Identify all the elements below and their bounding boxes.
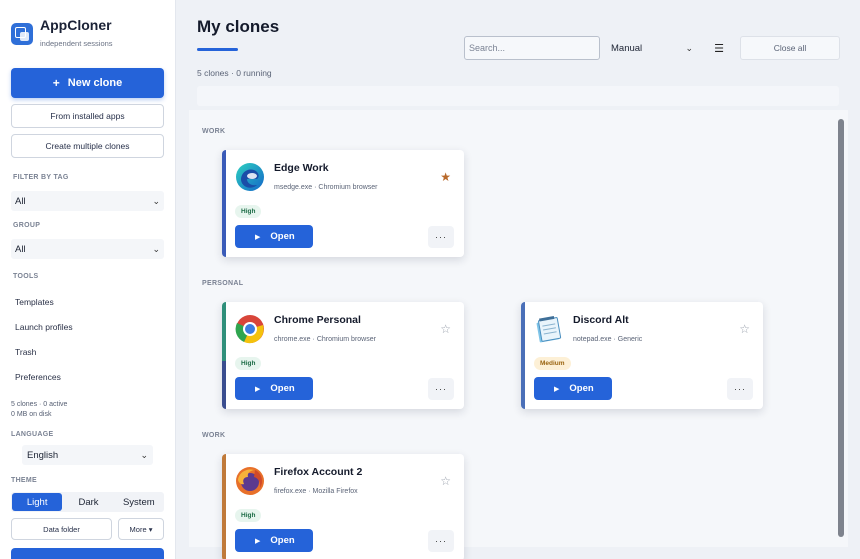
tool-preferences[interactable]: Preferences (15, 372, 61, 382)
clone-meta: notepad.exe · Generic (573, 336, 643, 343)
play-icon: ▶ (255, 385, 261, 393)
title-underline (197, 48, 238, 51)
sort-value: Manual (611, 42, 643, 54)
clone-card-discord-alt[interactable]: Discord Alt notepad.exe · Generic ☆ Medi… (521, 302, 763, 409)
plus-icon: + (52, 76, 60, 90)
open-button[interactable]: ▶ Open (534, 377, 612, 400)
app-tagline: independent sessions (40, 39, 113, 48)
filter-value: All (15, 195, 26, 207)
stats-disk: 0 MB on disk (11, 410, 52, 418)
theme-light[interactable]: Light (12, 493, 63, 511)
chevron-down-icon: ⌄ (140, 449, 148, 460)
clone-name: Firefox Account 2 (274, 466, 363, 478)
clone-name: Edge Work (274, 162, 329, 174)
group-select[interactable]: All ⌄ (11, 239, 164, 259)
filter-by-tag-label: FILTER BY TAG (13, 174, 69, 181)
star-icon[interactable]: ★ (440, 170, 451, 184)
language-value: English (27, 449, 59, 461)
brand: AppCloner independent sessions (11, 16, 113, 48)
open-label: Open (569, 383, 594, 394)
stats-clones: 5 clones · 0 active (11, 401, 68, 408)
star-outline-icon[interactable]: ☆ (739, 322, 750, 336)
tool-trash[interactable]: Trash (15, 347, 36, 357)
sidebar: AppCloner independent sessions + New clo… (0, 0, 176, 559)
more-options-button[interactable]: ··· (727, 378, 753, 400)
theme-label: THEME (11, 477, 37, 484)
firefox-icon (236, 467, 264, 495)
sort-select[interactable]: Manual ⌄ (606, 37, 698, 59)
language-label: LANGUAGE (11, 431, 54, 438)
group-label: GROUP (13, 222, 41, 229)
app-name: AppCloner (40, 17, 112, 33)
clone-meta: chrome.exe · Chromium browser (274, 336, 376, 343)
more-options-button[interactable]: ··· (428, 530, 454, 552)
open-label: Open (270, 535, 295, 546)
hamburger-icon: ☰ (714, 42, 724, 55)
group-value: All (15, 243, 26, 255)
priority-badge: High (235, 205, 262, 218)
clone-name: Chrome Personal (274, 314, 361, 326)
new-clone-button[interactable]: + New clone (11, 68, 164, 98)
open-button[interactable]: ▶ Open (235, 529, 313, 552)
tool-templates[interactable]: Templates (15, 297, 54, 307)
new-clone-label: New clone (67, 77, 123, 89)
clone-meta: firefox.exe · Mozilla Firefox (274, 488, 358, 495)
view-menu-button[interactable]: ☰ (706, 37, 732, 59)
tools-label: TOOLS (13, 273, 39, 280)
theme-switcher: Light Dark System (11, 492, 164, 512)
theme-dark[interactable]: Dark (63, 492, 113, 512)
card-accent (222, 150, 226, 257)
clone-name: Discord Alt (573, 314, 629, 326)
page-title: My clones (197, 17, 280, 36)
chevron-down-icon: ⌄ (152, 195, 160, 206)
chevron-down-icon: ⌄ (685, 42, 693, 53)
priority-badge: Medium (534, 357, 571, 370)
group-header-personal: PERSONAL (202, 280, 244, 287)
more-options-button[interactable]: ··· (428, 378, 454, 400)
theme-system[interactable]: System (114, 492, 164, 512)
priority-badge: High (235, 509, 262, 522)
play-icon: ▶ (255, 233, 261, 241)
filter-by-tag-select[interactable]: All ⌄ (11, 191, 164, 211)
sidebar-bottom-button[interactable] (11, 548, 164, 559)
clone-meta: msedge.exe · Chromium browser (274, 184, 378, 191)
card-accent (521, 302, 525, 409)
chrome-icon (235, 315, 264, 344)
clone-count: 5 clones · 0 running (197, 68, 272, 78)
open-button[interactable]: ▶ Open (235, 377, 313, 400)
more-menu-button[interactable]: More ▾ (118, 518, 164, 540)
data-folder-button[interactable]: Data folder (11, 518, 112, 540)
notepad-icon (536, 315, 562, 343)
create-multiple-clones-button[interactable]: Create multiple clones (11, 134, 164, 158)
close-all-button[interactable]: Close all (740, 36, 840, 60)
play-icon: ▶ (554, 385, 560, 393)
play-icon: ▶ (255, 537, 261, 545)
more-options-button[interactable]: ··· (428, 226, 454, 248)
appcloner-logo-icon (11, 23, 33, 45)
search-input[interactable]: Search... (464, 36, 600, 60)
stats: 5 clones · 0 active 0 MB on disk (11, 400, 67, 419)
toolbar-strip (197, 86, 839, 106)
card-accent (222, 302, 226, 409)
star-outline-icon[interactable]: ☆ (440, 322, 451, 336)
tool-launch-profiles[interactable]: Launch profiles (15, 322, 73, 332)
from-installed-apps-button[interactable]: From installed apps (11, 104, 164, 128)
clone-card-firefox-account-2[interactable]: Firefox Account 2 firefox.exe · Mozilla … (222, 454, 464, 559)
clone-card-edge-work[interactable]: Edge Work msedge.exe · Chromium browser … (222, 150, 464, 257)
scrollbar[interactable] (838, 119, 844, 537)
language-select[interactable]: English ⌄ (22, 445, 153, 465)
clone-card-chrome-personal[interactable]: Chrome Personal chrome.exe · Chromium br… (222, 302, 464, 409)
open-button[interactable]: ▶ Open (235, 225, 313, 248)
card-accent (222, 454, 226, 559)
chevron-down-icon: ⌄ (152, 243, 160, 254)
priority-badge: High (235, 357, 262, 370)
group-header-work-2: WORK (202, 432, 226, 439)
group-header-work: WORK (202, 128, 226, 135)
open-label: Open (270, 383, 295, 394)
open-label: Open (270, 231, 295, 242)
star-outline-icon[interactable]: ☆ (440, 474, 451, 488)
edge-icon (236, 163, 264, 191)
